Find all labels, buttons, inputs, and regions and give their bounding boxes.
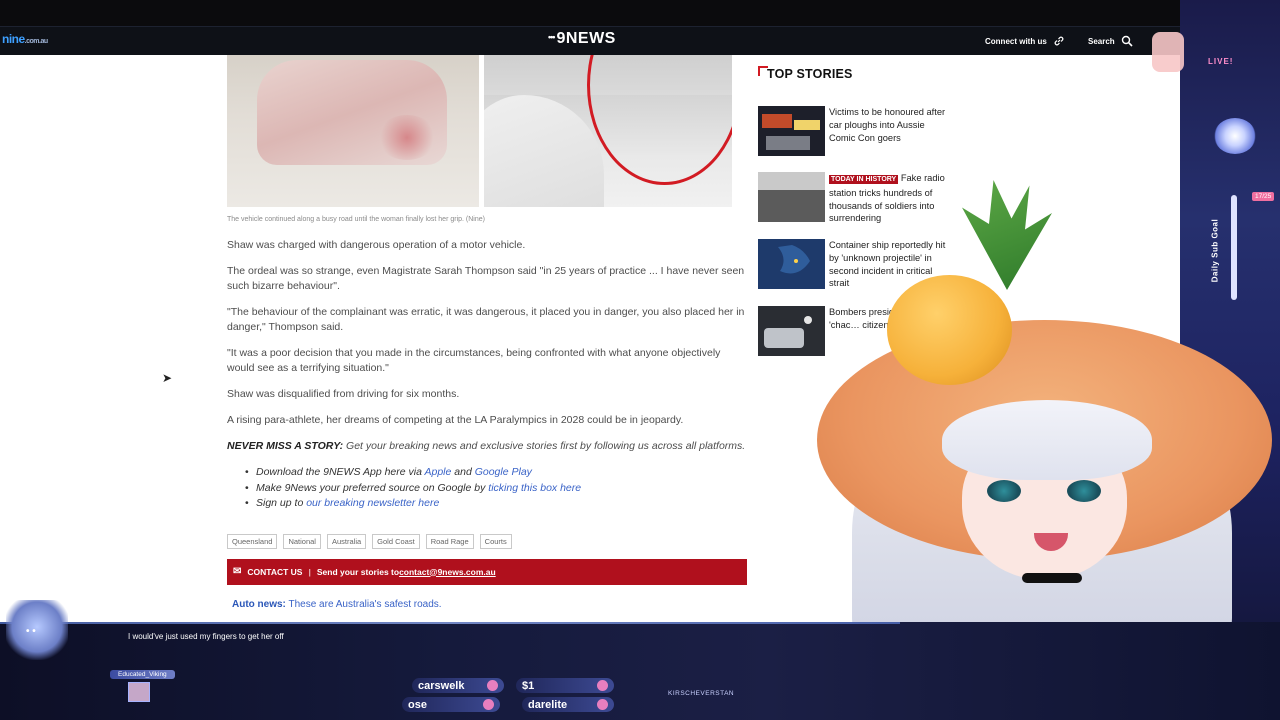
contact-label: CONTACT US [247,566,303,577]
mascot-face-icon: • • [26,626,36,637]
avatar-eye [987,480,1021,502]
photo-caption: The vehicle continued along a busy road … [227,216,485,223]
article-body: The vehicle continued along a busy road … [227,55,749,610]
avatar-eye [1067,480,1101,502]
gem-icon [597,680,608,691]
gem-icon [487,680,498,691]
tag-national[interactable]: National [283,533,321,549]
article-paragraph: Shaw was disqualified from driving for s… [227,388,460,400]
list-item: Make 9News your preferred source on Goog… [245,481,749,497]
apple-link[interactable]: Apple [424,466,451,478]
connect-label: Connect with us [985,36,1047,46]
article-photos [227,55,749,207]
photo-woman-on-car [227,55,479,207]
divider: | [308,566,311,577]
newsletter-link[interactable]: our breaking newsletter here [306,497,439,509]
contact-us-banner[interactable]: ✉ CONTACT US | Send your stories to cont… [227,558,747,585]
avatar-bangs [942,400,1152,480]
story-item[interactable]: Victims to be honoured after car ploughs… [758,106,953,158]
butterfly-icon [1214,118,1256,154]
search-icon [1121,35,1133,47]
tag-courts[interactable]: Courts [479,533,512,549]
preferred-source-link[interactable]: ticking this box here [488,482,581,494]
tag-australia[interactable]: Australia [326,533,367,549]
pineapple-leaves [962,180,1052,290]
mascot-icon [6,600,68,660]
top-navigation: nine.com.au ••• 9NEWS Connect with us Sea… [0,0,1280,55]
tag-list: Queensland National Australia Gold Coast… [227,533,749,549]
link-icon [1054,36,1064,46]
list-item: Download the 9NEWS App here via Apple an… [245,465,749,481]
contact-email-link[interactable]: contact@9news.com.au [399,567,496,577]
gem-icon [597,699,608,710]
recent-follower-pill: carswelk [412,678,504,693]
article-paragraph: "It was a poor decision that you made in… [227,347,721,374]
chat-username: Educated_Viking [110,670,175,679]
envelope-icon: ✉ [233,566,242,577]
auto-news-link[interactable]: Auto news: These are Australia's safest … [232,599,749,610]
tag-gold-coast[interactable]: Gold Coast [372,533,420,549]
connect-with-us-button[interactable]: Connect with us [985,35,1065,47]
recent-cheer-pill: darelite [522,697,614,712]
mouse-cursor-icon: ➤ [162,371,173,385]
screen: nine.com.au ••• 9NEWS Connect with us Sea… [0,0,1280,720]
top-stories-heading: TOP STORIES [758,64,953,84]
lantern-icon [1152,32,1184,72]
never-miss-a-story: NEVER MISS A STORY: Get your breaking ne… [227,440,746,452]
search-button[interactable]: Search [1088,35,1133,47]
story-thumbnail [758,106,825,156]
chat-avatar [128,682,150,702]
google-play-link[interactable]: Google Play [475,466,532,478]
chat-overlay: I would've just used my fingers to get h… [92,624,392,720]
article-paragraph: Shaw was charged with dangerous operatio… [227,239,526,251]
pineapple-decoration [887,275,1012,385]
article-paragraph: The ordeal was so strange, even Magistra… [227,265,745,292]
list-item: Sign up to our breaking newsletter here [245,496,749,512]
red-circle-highlight [587,55,732,185]
chat-message: I would've just used my fingers to get h… [128,632,284,641]
contact-text: Send your stories to [316,566,400,577]
app-links-list: Download the 9NEWS App here via Apple an… [227,465,749,512]
story-headline: Victims to be honoured after car ploughs… [829,107,946,143]
article-paragraph: A rising para-athlete, her dreams of com… [227,414,684,426]
avatar-choker [1022,573,1082,583]
channel-ticker: KIRSCHEVERSTAN [668,690,735,697]
search-label: Search [1088,36,1115,46]
nine-logo[interactable]: nine.com.au [2,32,48,46]
gem-icon [483,699,494,710]
recent-sub-pill: ose [402,697,500,712]
tag-road-rage[interactable]: Road Rage [425,533,474,549]
live-indicator: LIVE! [1208,57,1234,66]
9news-logo[interactable]: ••• 9NEWS [548,30,616,48]
recent-donation-pill: $1 [516,678,614,693]
article-paragraph: "The behaviour of the complainant was er… [227,306,745,333]
top-stories-sidebar: TOP STORIES Victims to be honoured after… [758,64,953,356]
tag-queensland[interactable]: Queensland [227,533,278,549]
photo-road-circled [484,55,732,207]
